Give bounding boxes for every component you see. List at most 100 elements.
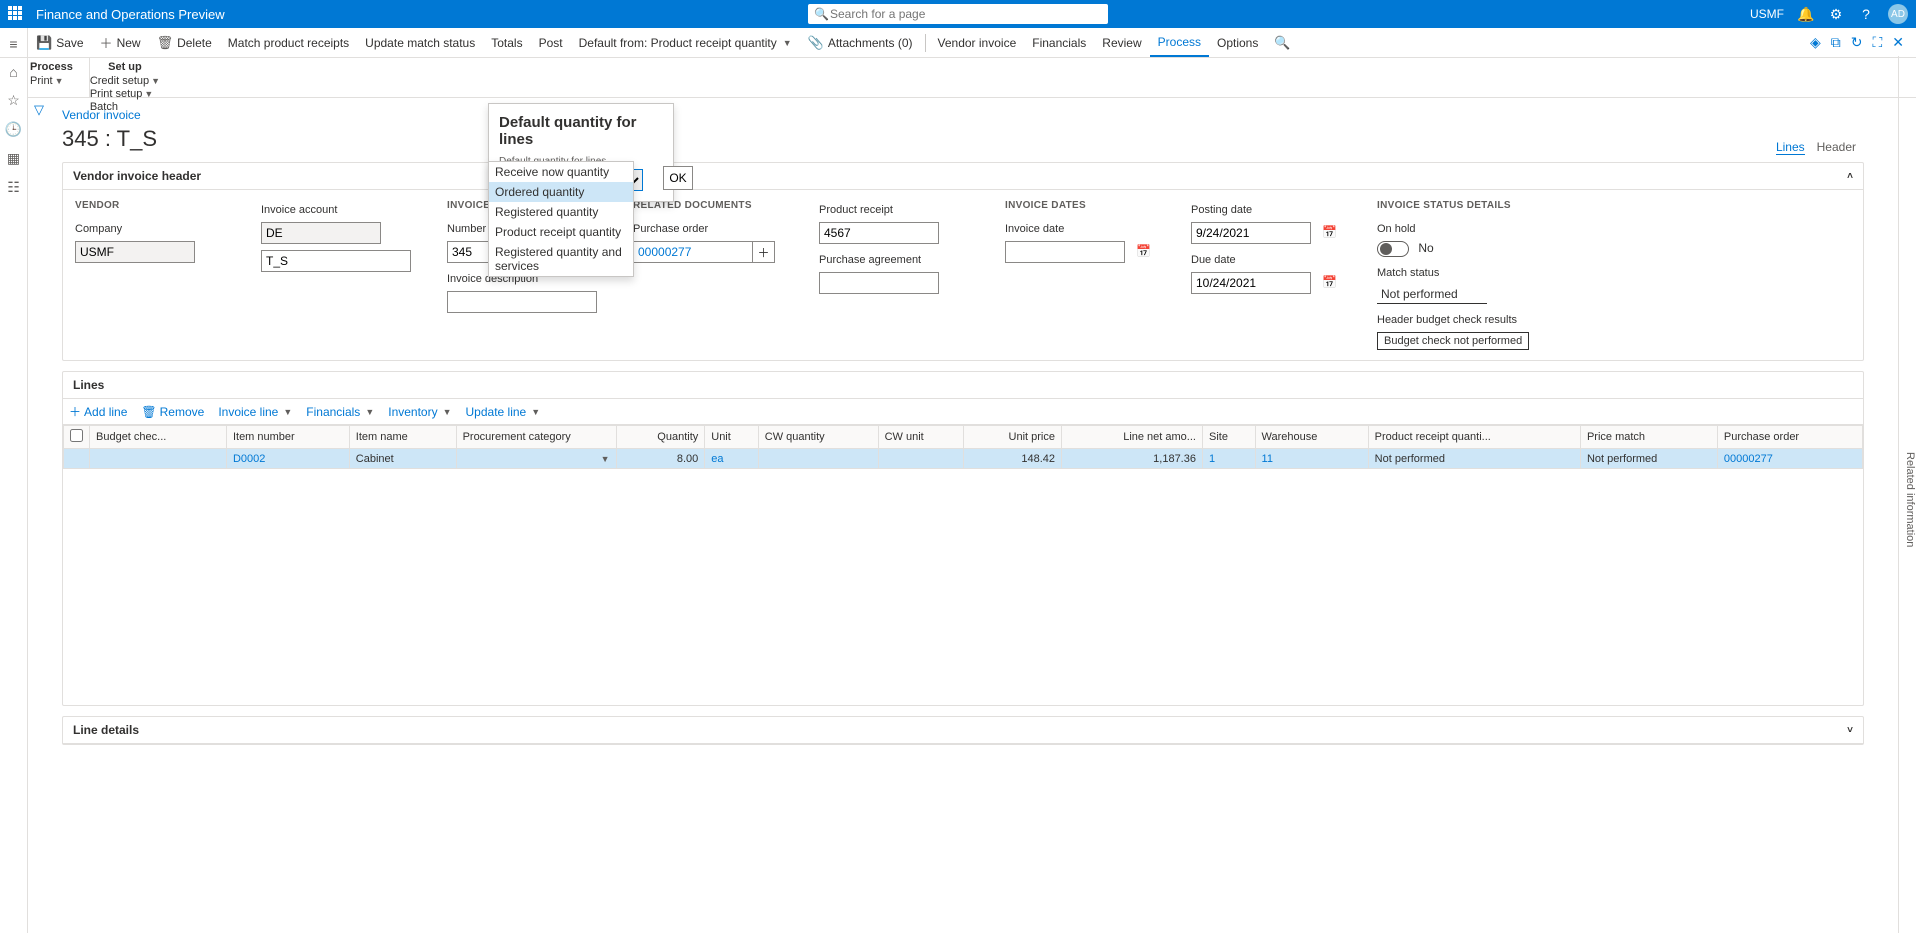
col-name[interactable]: Item name (349, 426, 456, 449)
avatar[interactable]: AD (1888, 4, 1908, 24)
popout-icon[interactable]: ⧉ (1831, 34, 1841, 51)
col-wh[interactable]: Warehouse (1255, 426, 1368, 449)
select-all-checkbox[interactable] (70, 429, 83, 442)
cell-budget[interactable] (90, 449, 227, 469)
table-row[interactable]: D0002 Cabinet ▼ 8.00 ea 148.42 1,187.36 … (64, 449, 1863, 469)
invoice-header-toggle[interactable]: Vendor invoice header ˄ (63, 163, 1863, 190)
delete-button[interactable]: 🗑Delete (149, 29, 220, 57)
cell-cwu[interactable] (878, 449, 964, 469)
clock-icon[interactable]: 🕒 (5, 121, 22, 138)
cell-wh[interactable]: 11 (1255, 449, 1368, 469)
star-icon[interactable]: ☆ (7, 92, 20, 109)
view-lines[interactable]: Lines (1776, 140, 1805, 155)
col-proc[interactable]: Procurement category (456, 426, 616, 449)
option-receive-now[interactable]: Receive now quantity (489, 162, 633, 182)
expand-icon[interactable]: ⛶ (1872, 34, 1882, 51)
view-header[interactable]: Header (1817, 140, 1856, 155)
related-info-rail[interactable]: Related information (1898, 56, 1916, 933)
description-field[interactable] (447, 291, 597, 313)
col-site[interactable]: Site (1202, 426, 1255, 449)
financials-menu[interactable]: Financials▼ (306, 405, 374, 419)
due-date-field[interactable] (1191, 272, 1311, 294)
post-button[interactable]: Post (531, 29, 571, 57)
lines-panel-header[interactable]: Lines (63, 372, 1863, 399)
cell-qty[interactable]: 8.00 (616, 449, 705, 469)
default-from-button[interactable]: Default from: Product receipt quantity▼ (571, 29, 800, 57)
save-button[interactable]: 💾Save (28, 29, 92, 57)
col-select[interactable] (64, 426, 90, 449)
close-icon[interactable]: ✕ (1892, 34, 1904, 51)
remove-line-button[interactable]: 🗑Remove (141, 405, 204, 419)
cell-price[interactable]: 148.42 (964, 449, 1062, 469)
search-input[interactable] (808, 4, 1108, 24)
help-icon[interactable]: ? (1858, 6, 1874, 22)
col-cwu[interactable]: CW unit (878, 426, 964, 449)
invoice-date-field[interactable] (1005, 241, 1125, 263)
col-pm[interactable]: Price match (1580, 426, 1717, 449)
search-cmd[interactable]: 🔍 (1266, 29, 1298, 57)
filter-icon[interactable]: ▽ (34, 102, 44, 118)
company-code[interactable]: USMF (1750, 7, 1784, 21)
gear-icon[interactable]: ⚙ (1828, 6, 1844, 22)
cell-item[interactable]: D0002 (226, 449, 349, 469)
cell-unit[interactable]: ea (705, 449, 759, 469)
onhold-toggle[interactable] (1377, 241, 1409, 257)
col-net[interactable]: Line net amo... (1062, 426, 1203, 449)
breadcrumb[interactable]: Vendor invoice (62, 108, 1864, 122)
purchase-order-field[interactable] (633, 241, 753, 263)
col-po[interactable]: Purchase order (1717, 426, 1862, 449)
tab-process[interactable]: Process (1150, 29, 1209, 57)
option-registered[interactable]: Registered quantity (489, 202, 633, 222)
product-receipt-field[interactable] (819, 222, 939, 244)
company-field[interactable] (75, 241, 195, 263)
inventory-menu[interactable]: Inventory▼ (388, 405, 451, 419)
cell-po[interactable]: 00000277 (1717, 449, 1862, 469)
credit-setup-button[interactable]: Credit setup▼ (90, 75, 160, 88)
cell-proc[interactable]: ▼ (456, 449, 616, 469)
attachments-button[interactable]: 📎Attachments (0) (800, 29, 921, 57)
print-button[interactable]: Print▼ (30, 75, 64, 88)
col-qty[interactable]: Quantity (616, 426, 705, 449)
cell-prq[interactable]: Not performed (1368, 449, 1580, 469)
tab-financials[interactable]: Financials (1024, 29, 1094, 57)
option-product-receipt[interactable]: Product receipt quantity (489, 222, 633, 242)
invoice-line-menu[interactable]: Invoice line▼ (218, 405, 292, 419)
grid-scroll[interactable]: Budget chec... Item number Item name Pro… (63, 425, 1863, 705)
line-details-toggle[interactable]: Line details ˅ (63, 717, 1863, 744)
list-icon[interactable]: ☷ (7, 179, 20, 196)
tab-review[interactable]: Review (1094, 29, 1149, 57)
col-price[interactable]: Unit price (964, 426, 1062, 449)
refresh-icon[interactable]: ↻ (1851, 34, 1863, 51)
cell-cwq[interactable] (758, 449, 878, 469)
cell-net[interactable]: 1,187.36 (1062, 449, 1203, 469)
col-budget[interactable]: Budget chec... (90, 426, 227, 449)
cell-site[interactable]: 1 (1202, 449, 1255, 469)
link-icon[interactable]: ◈ (1810, 34, 1821, 51)
col-prq[interactable]: Product receipt quanti... (1368, 426, 1580, 449)
bell-icon[interactable]: 🔔 (1798, 6, 1814, 22)
update-line-menu[interactable]: Update line▼ (466, 405, 541, 419)
option-registered-services[interactable]: Registered quantity and services (489, 242, 633, 276)
cell-name[interactable]: Cabinet (349, 449, 456, 469)
posting-date-field[interactable] (1191, 222, 1311, 244)
add-line-button[interactable]: ＋Add line (69, 403, 127, 420)
col-item[interactable]: Item number (226, 426, 349, 449)
tab-vendor-invoice[interactable]: Vendor invoice (930, 29, 1025, 57)
home-icon[interactable]: ⌂ (9, 64, 17, 80)
row-select[interactable] (64, 449, 90, 469)
new-button[interactable]: ＋New (92, 29, 149, 57)
purchase-agreement-field[interactable] (819, 272, 939, 294)
cell-pm[interactable]: Not performed (1580, 449, 1717, 469)
option-ordered[interactable]: Ordered quantity (489, 182, 633, 202)
col-unit[interactable]: Unit (705, 426, 759, 449)
add-po-button[interactable]: ＋ (753, 241, 775, 263)
workspace-icon[interactable]: ▦ (7, 150, 20, 167)
match-receipts-button[interactable]: Match product receipts (220, 29, 357, 57)
col-cwq[interactable]: CW quantity (758, 426, 878, 449)
invoice-account-name-field[interactable] (261, 250, 411, 272)
invoice-account-field[interactable] (261, 222, 381, 244)
ok-button[interactable]: OK (663, 166, 693, 190)
waffle-icon[interactable] (8, 6, 24, 22)
update-match-button[interactable]: Update match status (357, 29, 483, 57)
tab-options[interactable]: Options (1209, 29, 1266, 57)
